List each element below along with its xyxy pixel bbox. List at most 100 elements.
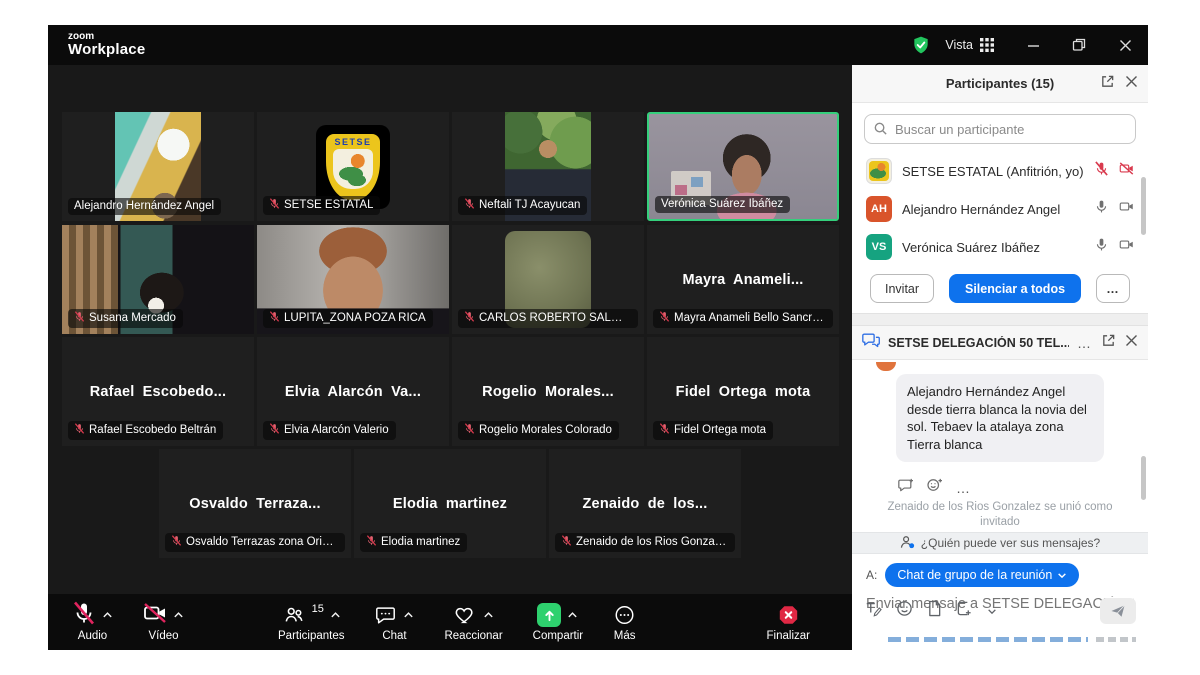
participant-avatar: VS xyxy=(866,234,892,260)
muted-mic-icon xyxy=(269,423,280,437)
view-label: Vista xyxy=(945,38,973,52)
participants-more-button[interactable]: … xyxy=(1096,274,1130,303)
tile-name-label: Rogelio Morales Colorado xyxy=(458,421,619,440)
participant-tile-fidel[interactable]: Fidel Ortega mota Fidel Ortega mota xyxy=(647,337,839,446)
participant-tile-rafael[interactable]: Rafael Escobedo... Rafael Escobedo Beltr… xyxy=(62,337,254,446)
react-options-caret[interactable] xyxy=(483,606,494,624)
security-shield-icon[interactable] xyxy=(911,35,931,55)
reply-in-thread-icon[interactable] xyxy=(898,478,914,497)
participant-row[interactable]: SETSE ESTATAL (Anfitrión, yo) xyxy=(852,152,1148,190)
add-reaction-icon[interactable] xyxy=(927,478,943,497)
tile-name-label: Alejandro Hernández Angel xyxy=(68,198,221,215)
audio-label: Audio xyxy=(78,630,107,642)
muted-mic-icon xyxy=(464,423,475,437)
participant-tile-elvia[interactable]: Elvia Alarcón Va... Elvia Alarcón Valeri… xyxy=(257,337,449,446)
share-options-caret[interactable] xyxy=(567,606,578,624)
participant-row[interactable]: AHAlejandro Hernández Angel xyxy=(852,190,1148,228)
participant-tile-susana[interactable]: Susana Mercado xyxy=(62,225,254,334)
popout-icon[interactable] xyxy=(1100,74,1115,94)
muted-mic-icon xyxy=(561,535,572,549)
emoji-icon[interactable] xyxy=(896,600,913,622)
chat-label: Chat xyxy=(382,630,406,642)
participant-tile-lupita[interactable]: LUPITA_ZONA POZA RICA xyxy=(257,225,449,334)
invite-button[interactable]: Invitar xyxy=(870,274,934,303)
participants-options-caret[interactable] xyxy=(330,606,341,624)
privacy-notice-bar[interactable]: ¿Quién puede ver sus mensajes? xyxy=(852,532,1148,554)
participant-row[interactable]: VSVerónica Suárez Ibáñez xyxy=(852,228,1148,266)
chat-close-icon[interactable] xyxy=(1125,334,1138,352)
participant-name: SETSE ESTATAL (Anfitrión, yo) xyxy=(902,164,1084,179)
mic-muted-icon[interactable] xyxy=(1094,161,1109,181)
chat-messages-area[interactable]: Alejandro Hernández Angel desde tierra b… xyxy=(852,360,1148,532)
react-button[interactable]: Reaccionar xyxy=(444,602,502,642)
attach-file-icon[interactable] xyxy=(927,600,942,622)
participant-tile-alejandro[interactable]: Alejandro Hernández Angel xyxy=(62,112,254,221)
participants-button[interactable]: 15 Participantes xyxy=(278,602,344,642)
participant-avatar xyxy=(866,158,892,184)
search-participant-input[interactable] xyxy=(864,114,1136,144)
clipped-text-line xyxy=(1096,637,1136,642)
participant-tile-elodia[interactable]: Elodia martinez Elodia martinez xyxy=(354,449,546,558)
format-text-icon[interactable] xyxy=(864,600,882,622)
participant-tile-mayra[interactable]: Mayra Anameli... Mayra Anameli Bello San… xyxy=(647,225,839,334)
participants-scrollbar[interactable] xyxy=(1141,177,1146,235)
grid-view-icon xyxy=(980,38,994,52)
chat-options-caret[interactable] xyxy=(403,606,414,624)
capture-options-chevron[interactable] xyxy=(987,602,997,620)
camera-icon[interactable] xyxy=(1119,199,1134,219)
chat-button[interactable]: Chat xyxy=(374,602,414,642)
recipient-selector[interactable]: Chat de grupo de la reunión xyxy=(885,563,1079,587)
tile-name-label: Zenaido de los Rios Gonzalez xyxy=(555,533,735,552)
video-button[interactable]: Vídeo xyxy=(143,602,184,642)
tile-name-label: Mayra Anameli Bello Sancrist... xyxy=(653,309,833,328)
more-button[interactable]: Más xyxy=(613,602,636,642)
mic-icon[interactable] xyxy=(1094,237,1109,257)
chat-compose-area: A: Chat de grupo de la reunión Enviar me… xyxy=(852,554,1148,650)
close-participants-icon[interactable] xyxy=(1125,75,1138,93)
camera-icon[interactable] xyxy=(1119,237,1134,257)
participant-tile-neftali[interactable]: Neftali TJ Acayucan xyxy=(452,112,644,221)
mute-all-button[interactable]: Silenciar a todos xyxy=(949,274,1081,303)
audio-options-caret[interactable] xyxy=(102,606,113,624)
send-message-button[interactable] xyxy=(1100,598,1136,624)
chat-popout-icon[interactable] xyxy=(1101,333,1116,353)
participant-tile-zenaido[interactable]: Zenaido de los... Zenaido de los Rios Go… xyxy=(549,449,741,558)
participant-tile-setse[interactable]: SETSE SETSE ESTATAL xyxy=(257,112,449,221)
participant-tile-osvaldo[interactable]: Osvaldo Terraza... Osvaldo Terrazas zona… xyxy=(159,449,351,558)
minimize-button[interactable] xyxy=(1010,25,1056,65)
video-options-caret[interactable] xyxy=(173,606,184,624)
participant-name: Alejandro Hernández Angel xyxy=(902,202,1084,217)
participant-tile-rogelio[interactable]: Rogelio Morales... Rogelio Morales Color… xyxy=(452,337,644,446)
chat-scrollbar[interactable] xyxy=(1141,456,1146,500)
tile-name-label: Elodia martinez xyxy=(360,533,467,552)
camera-off-icon[interactable] xyxy=(1119,161,1134,181)
heart-icon xyxy=(453,604,477,626)
more-icon xyxy=(613,604,636,626)
chat-more-icon[interactable]: … xyxy=(1077,338,1092,348)
share-button[interactable]: Compartir xyxy=(533,602,583,642)
tile-name-label: Elvia Alarcón Valerio xyxy=(263,421,396,440)
chat-group-title: SETSE DELEGACIÓN 50 TEL... xyxy=(888,336,1069,350)
chat-panel-header: SETSE DELEGACIÓN 50 TEL... … xyxy=(852,326,1148,360)
participants-panel-header: Participantes (15) xyxy=(852,65,1148,103)
message-more-icon[interactable]: … xyxy=(956,483,971,493)
restore-button[interactable] xyxy=(1056,25,1102,65)
tile-name-label: Rafael Escobedo Beltrán xyxy=(68,421,223,440)
share-label: Compartir xyxy=(533,630,583,642)
mic-icon[interactable] xyxy=(1094,199,1109,219)
chat-icon xyxy=(374,604,397,626)
close-window-button[interactable] xyxy=(1102,25,1148,65)
clipped-text-line xyxy=(888,637,1088,642)
participant-tile-veronica[interactable]: Verónica Suárez Ibáñez xyxy=(647,112,839,221)
zoom-workplace-logo: zoom Workplace xyxy=(68,32,145,58)
audio-button[interactable]: Audio xyxy=(72,602,113,642)
screenshot-icon[interactable] xyxy=(956,600,973,622)
view-button[interactable]: Vista xyxy=(945,38,994,52)
end-meeting-button[interactable]: Finalizar xyxy=(767,602,810,642)
sender-avatar-partial xyxy=(876,362,896,371)
participant-tile-carlos[interactable]: CARLOS ROBERTO SALOMON... xyxy=(452,225,644,334)
tile-name-label: Verónica Suárez Ibáñez xyxy=(655,196,790,213)
muted-mic-icon xyxy=(269,198,280,212)
privacy-text: ¿Quién puede ver sus mensajes? xyxy=(921,536,1100,550)
muted-mic-icon xyxy=(171,535,182,549)
